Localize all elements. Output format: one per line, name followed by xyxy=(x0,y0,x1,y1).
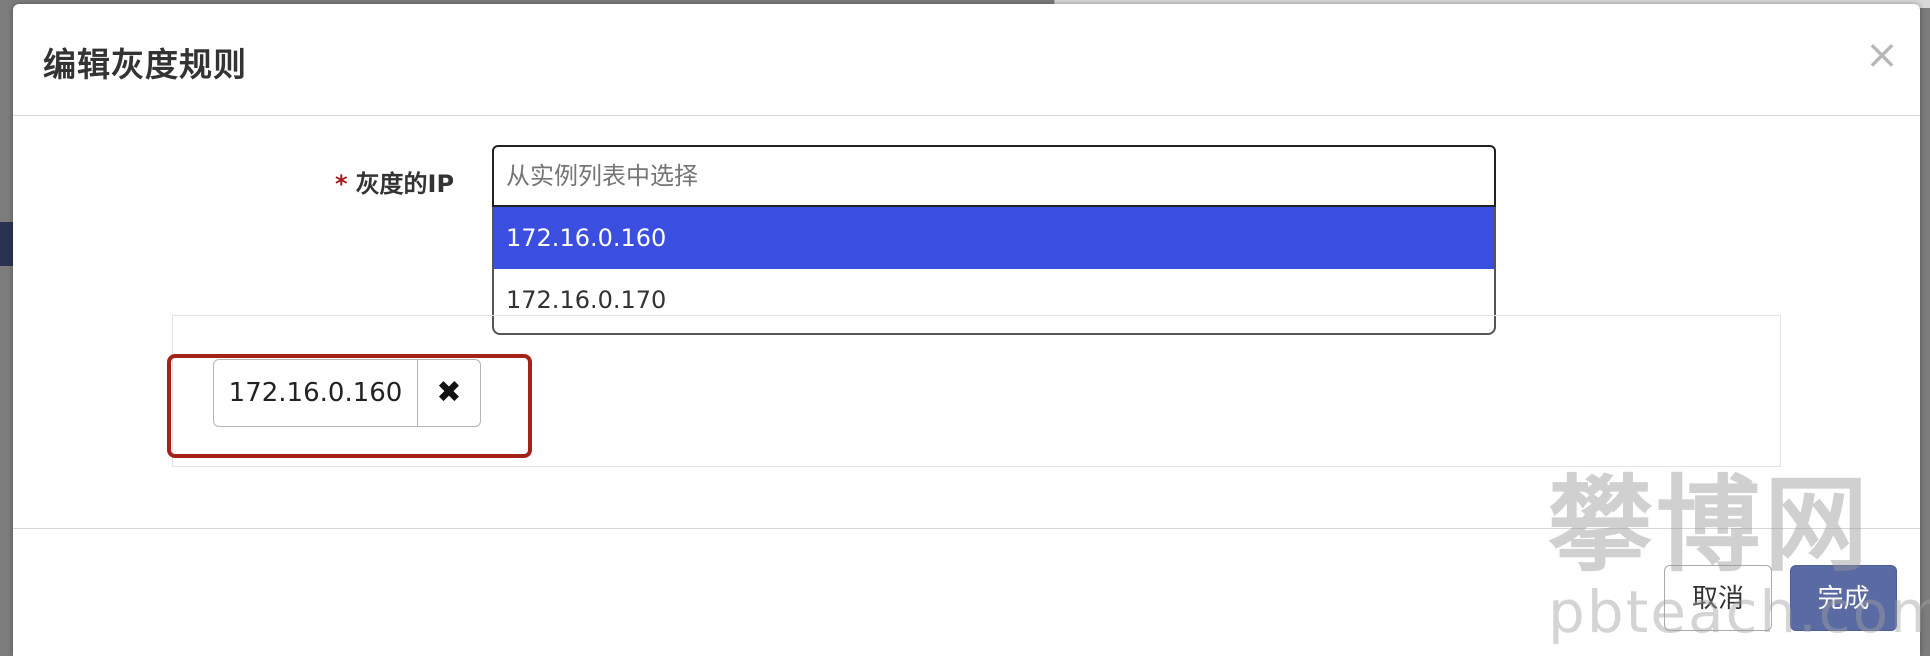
instance-select-input[interactable] xyxy=(492,145,1496,207)
close-icon[interactable]: × xyxy=(1862,32,1902,78)
gray-ip-label-text: 灰度的IP xyxy=(355,170,455,198)
modal-footer: 取消 完成 xyxy=(13,528,1920,656)
remove-tag-icon[interactable]: ✖ xyxy=(417,360,480,426)
edit-gray-rule-modal: 编辑灰度规则 × *灰度的IP 172.16.0.160 172.16.0.17… xyxy=(13,4,1920,656)
required-mark: * xyxy=(335,170,348,198)
selected-ip-tag: 172.16.0.160 ✖ xyxy=(213,359,481,427)
cancel-button[interactable]: 取消 xyxy=(1664,565,1772,631)
modal-header: 编辑灰度规则 × xyxy=(13,4,1920,116)
dropdown-option-172-16-0-160[interactable]: 172.16.0.160 xyxy=(494,207,1494,269)
background-sidebar-edge xyxy=(0,222,13,266)
modal-title: 编辑灰度规则 xyxy=(43,45,247,84)
done-button[interactable]: 完成 xyxy=(1790,565,1897,631)
selected-ip-tag-label: 172.16.0.160 xyxy=(228,378,403,408)
gray-ip-label: * 灰度的IP xyxy=(335,164,454,199)
